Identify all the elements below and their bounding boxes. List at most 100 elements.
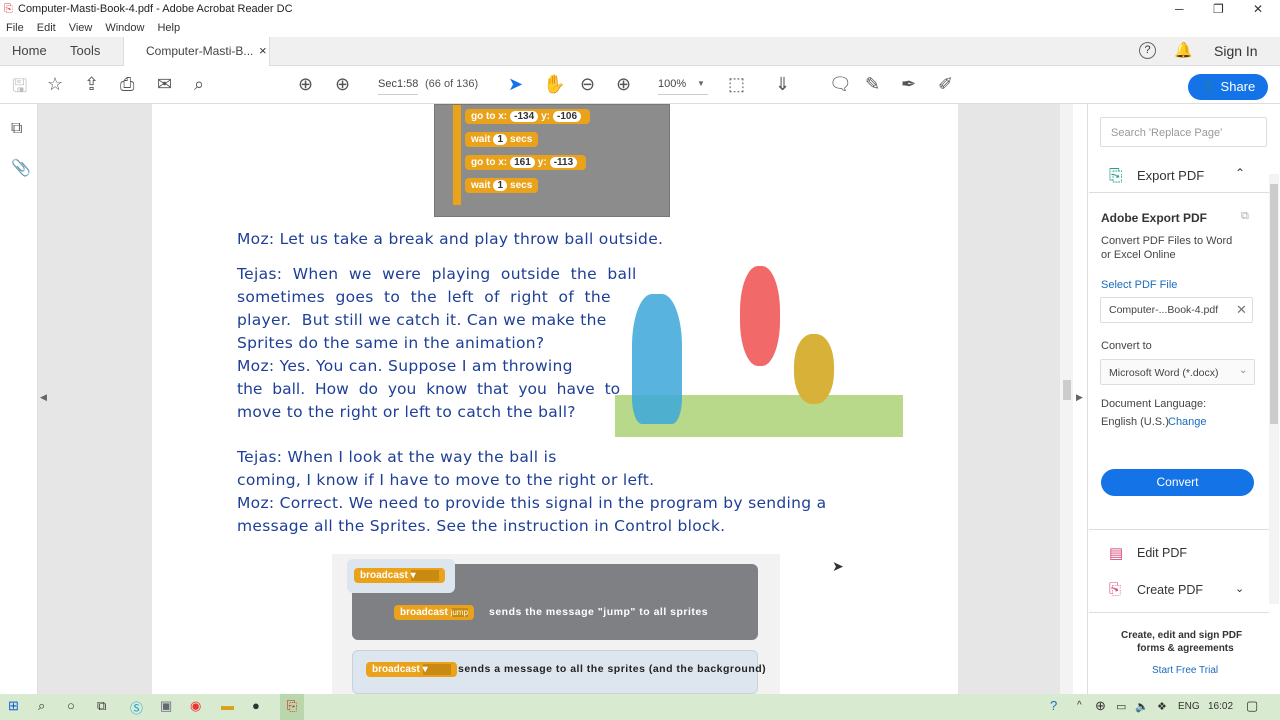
control-block-image: broadcast ▾ broadcast jump sends the mes… (332, 554, 780, 694)
chevron-down-icon: ⌄ (1239, 365, 1248, 376)
help-icon[interactable]: ? (1139, 42, 1156, 59)
sign-icon[interactable]: ✒ (901, 74, 916, 95)
dialogue-line: player. But still we catch it. Can we ma… (237, 311, 607, 329)
menu-view[interactable]: View (69, 22, 93, 34)
create-pdf-icon: ⎘ (1109, 581, 1122, 598)
action-center-icon[interactable]: ▢ (1246, 698, 1258, 714)
bookmark-star-icon[interactable]: ☆ (47, 74, 63, 95)
print-icon[interactable]: ⎙ (120, 74, 134, 95)
panel-scrollbar-thumb[interactable] (1270, 184, 1278, 424)
network-icon[interactable]: ⊕ (1095, 698, 1106, 714)
divider (1089, 529, 1269, 530)
edit-pdf-icon: ▤ (1109, 545, 1124, 562)
wait-block: wait 1 secs (465, 178, 539, 193)
scratch-block-bracket (453, 105, 461, 205)
tab-home[interactable]: Home (12, 43, 47, 58)
attachments-icon[interactable]: 📎 (11, 158, 31, 178)
create-pdf-tool[interactable]: Create PDF (1137, 583, 1203, 597)
save-icon[interactable]: 🖫 (12, 74, 27, 104)
edit-pdf-tool[interactable]: Edit PDF (1137, 546, 1187, 560)
skype-icon[interactable]: Ⓢ (130, 698, 143, 717)
selected-file-field[interactable]: Computer-...Book-4.pdf ✕ (1100, 297, 1253, 323)
chrome-icon[interactable]: ◉ (190, 698, 201, 714)
mouse-cursor-icon: ➤ (832, 558, 844, 574)
page-thumbnails-icon[interactable]: ⧉ (11, 120, 22, 138)
search-icon[interactable]: ⌕ (38, 698, 45, 714)
scrollbar-thumb[interactable] (1063, 380, 1071, 400)
convert-to-label: Convert to (1101, 340, 1152, 352)
task-view-icon[interactable]: ⧉ (97, 698, 106, 714)
previous-page-icon[interactable]: ⊕ (298, 74, 313, 95)
dialogue-line: Tejas: When I look at the way the ball i… (237, 448, 557, 466)
fill-sign-icon[interactable]: ✐ (938, 74, 953, 95)
sign-in-link[interactable]: Sign In (1214, 43, 1258, 59)
hand-tool-icon[interactable]: ✋ (543, 74, 565, 95)
change-language-link[interactable]: Change (1168, 416, 1207, 428)
minimize-button[interactable]: ─ (1175, 2, 1184, 16)
dialogue-line: Sprites do the same in the animation? (237, 334, 545, 352)
dialogue-line: Moz: Yes. You can. Suppose I am throwing (237, 357, 573, 375)
chevron-up-icon[interactable]: ⌃ (1235, 166, 1245, 180)
start-trial-link[interactable]: Start Free Trial (1152, 665, 1218, 676)
comment-icon[interactable]: 🗨 (829, 74, 852, 95)
camera-app-icon[interactable]: ▣ (160, 698, 172, 714)
tool-search-input[interactable]: Search 'Replace Page' (1100, 117, 1267, 147)
acrobat-taskbar-icon[interactable]: ⎘ (280, 694, 304, 720)
clock[interactable]: 16:02 (1208, 701, 1233, 712)
format-select[interactable]: Microsoft Word (*.docx) ⌄ (1100, 359, 1255, 385)
highlight-icon[interactable]: ✎ (865, 74, 880, 95)
restore-button[interactable]: ❐ (1213, 2, 1224, 16)
export-pdf-heading[interactable]: Export PDF (1137, 168, 1204, 183)
notification-bell-icon[interactable]: 🔔 (1174, 41, 1193, 59)
email-icon[interactable]: ✉ (157, 74, 172, 95)
goto-block: go to x: 161 y: -113 (465, 155, 587, 170)
upload-cloud-icon[interactable]: ⇪ (84, 74, 99, 95)
close-window-button[interactable]: ✕ (1253, 2, 1263, 16)
collapse-left-icon[interactable]: ◀ (40, 392, 47, 403)
adobe-export-title: Adobe Export PDF (1101, 211, 1208, 225)
fit-page-icon[interactable]: ⬚ (728, 74, 745, 95)
chevron-down-icon[interactable]: ⌄ (1235, 582, 1244, 595)
zoom-out-icon[interactable]: ⊖ (580, 74, 595, 95)
input-language[interactable]: ENG (1178, 701, 1200, 712)
menu-help[interactable]: Help (157, 22, 180, 34)
document-scrollbar[interactable] (1060, 104, 1073, 694)
tab-document[interactable]: Computer-Masti-B... × (123, 37, 270, 66)
language-value: English (U.S.) (1101, 416, 1169, 428)
file-explorer-icon[interactable]: ▬ (221, 698, 234, 713)
share-button[interactable]: 👤 Share (1188, 74, 1268, 100)
menu-edit[interactable]: Edit (37, 22, 56, 34)
help-tray-icon[interactable]: ? (1050, 698, 1057, 713)
scroll-mode-icon[interactable]: ⇓ (775, 74, 790, 95)
menu-file[interactable]: File (6, 22, 24, 34)
convert-button[interactable]: Convert (1101, 469, 1254, 496)
menu-window[interactable]: Window (105, 22, 144, 34)
boy-illustration (740, 266, 780, 366)
start-windows-icon[interactable]: ⊞ (8, 698, 19, 714)
broadcast-jump-block: broadcast jump (394, 605, 474, 620)
tools-panel: Search 'Replace Page' ⎘ Export PDF ⌃ Ado… (1089, 104, 1280, 694)
collapse-right-icon[interactable]: ▶ (1076, 392, 1083, 403)
media-app-icon[interactable]: ● (252, 698, 260, 713)
page-number-input[interactable]: Sec1:58 (378, 78, 419, 95)
export-desc: Convert PDF Files to Word (1101, 235, 1233, 247)
show-hidden-icons[interactable]: ^ (1077, 700, 1082, 711)
cloud-docs-icon[interactable]: ⧉ (1241, 210, 1249, 223)
tab-tools[interactable]: Tools (70, 43, 100, 58)
tab-document-label: Computer-Masti-B... (146, 44, 254, 58)
volume-icon[interactable]: 🔈 (1135, 700, 1149, 713)
export-pdf-icon: ⎘ (1109, 166, 1123, 185)
zoom-in-icon[interactable]: ⊕ (616, 74, 631, 95)
battery-icon[interactable]: ▭ (1116, 700, 1126, 713)
dialogue-line: Moz: Let us take a break and play throw … (237, 230, 664, 248)
remove-file-icon[interactable]: ✕ (1236, 302, 1247, 318)
search-icon[interactable]: ⌕ (194, 74, 204, 95)
dropbox-icon[interactable]: ❖ (1157, 700, 1167, 713)
next-page-icon[interactable]: ⊕ (335, 74, 350, 95)
tab-close-icon[interactable]: × (259, 43, 267, 58)
cortana-icon[interactable]: ○ (67, 698, 75, 713)
window-title: Computer-Masti-Book-4.pdf - Adobe Acroba… (18, 3, 293, 15)
select-cursor-icon[interactable]: ➤ (508, 74, 523, 95)
dialogue-line: message all the Sprites. See the instruc… (237, 517, 726, 535)
panel-scrollbar[interactable] (1269, 174, 1279, 604)
